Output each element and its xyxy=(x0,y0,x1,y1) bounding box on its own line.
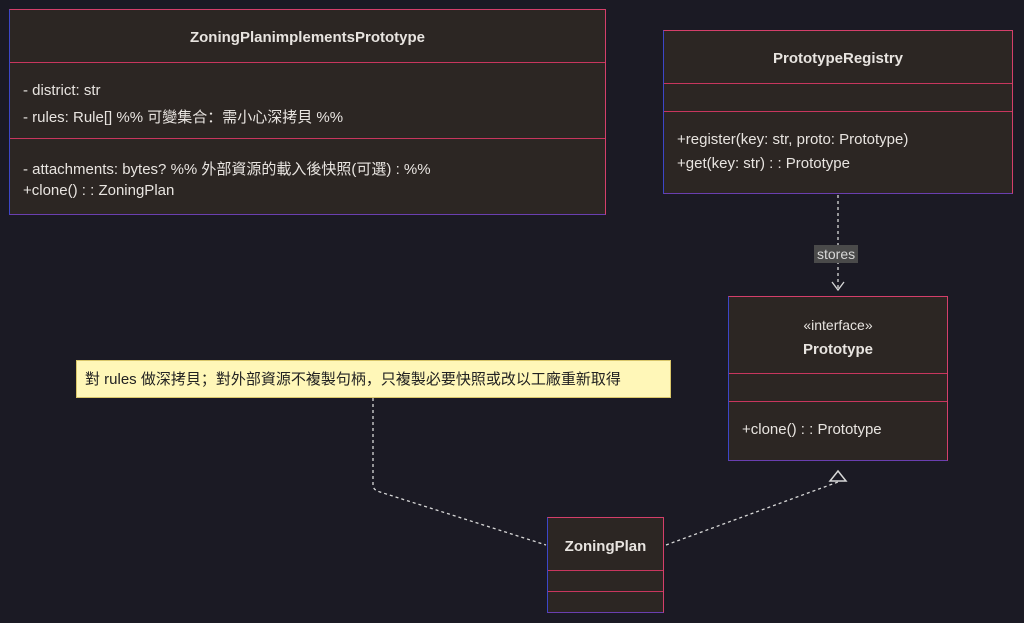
class-zoning-plan-implements-prototype[interactable]: ZoningPlanimplementsPrototype - district… xyxy=(9,9,606,215)
method-section: +clone() : : Prototype xyxy=(729,401,947,438)
class-prototype-registry[interactable]: PrototypeRegistry +register(key: str, pr… xyxy=(663,30,1013,194)
attribute-section: - district: str - rules: Rule[] %% 可變集合：… xyxy=(10,62,605,126)
class-prototype-interface[interactable]: «interface» Prototype +clone() : : Proto… xyxy=(728,296,948,461)
method-section: - attachments: bytes? %% 外部資源的載入後快照(可選) … xyxy=(10,138,605,199)
class-title: ZoningPlan xyxy=(564,538,647,555)
attribute-section xyxy=(548,570,663,571)
attribute-rules: - rules: Rule[] %% 可變集合：需小心深拷貝 %% xyxy=(23,109,344,126)
attribute-district: - district: str xyxy=(23,82,101,99)
method-section: +register(key: str, proto: Prototype) +g… xyxy=(664,111,1012,172)
method-section xyxy=(548,591,663,592)
method-clone: +clone() : : Prototype xyxy=(742,421,882,438)
class-title: PrototypeRegistry xyxy=(772,50,904,67)
attribute-section xyxy=(729,373,947,374)
class-zoning-plan[interactable]: ZoningPlan xyxy=(547,517,664,613)
attribute-section xyxy=(664,83,1012,84)
method-clone: +clone() : : ZoningPlan xyxy=(23,182,175,199)
interface-stereotype: «interface» xyxy=(803,317,873,333)
realization-triangle xyxy=(828,469,848,482)
method-get: +get(key: str) : : Prototype xyxy=(677,155,850,172)
class-title: ZoningPlanimplementsPrototype xyxy=(189,29,426,46)
stores-relation-label: stores xyxy=(814,245,859,263)
realization-line xyxy=(665,481,839,546)
note[interactable]: 對 rules 做深拷貝；對外部資源不複製句柄，只複製必要快照或改以工廠重新取得 xyxy=(76,360,671,398)
attribute-attachments: - attachments: bytes? %% 外部資源的載入後快照(可選) … xyxy=(23,161,431,178)
class-title: Prototype xyxy=(802,341,873,358)
note-connector-line xyxy=(372,398,547,546)
method-register: +register(key: str, proto: Prototype) xyxy=(677,131,909,148)
